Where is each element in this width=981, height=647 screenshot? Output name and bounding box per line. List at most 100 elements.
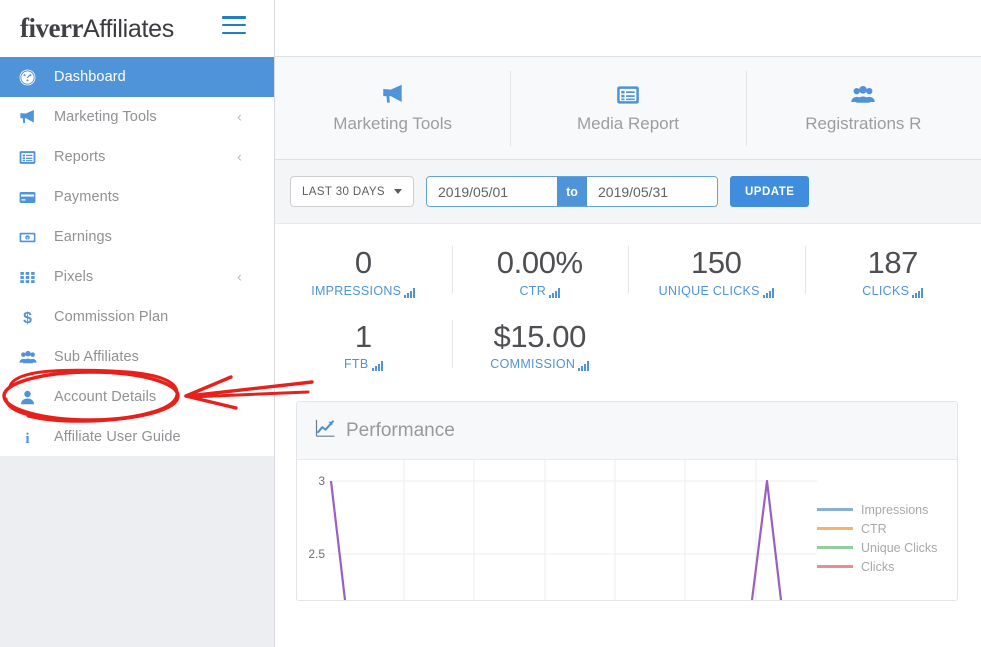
performance-header: Performance <box>297 402 957 461</box>
tab-label: Registrations R <box>805 113 922 133</box>
date-range-to-label: to <box>557 177 587 206</box>
chevron-left-icon[interactable]: ‹ <box>237 270 242 285</box>
chevron-down-icon <box>394 189 402 194</box>
brand-logo[interactable]: fiverrAffiliates <box>20 13 174 44</box>
kpi-clicks[interactable]: 187 CLICKS <box>804 238 981 312</box>
bar-chart-icon <box>912 287 924 298</box>
tab-media-report[interactable]: Media Report <box>510 57 745 159</box>
brand-name-fiverr: fiverr <box>20 13 83 43</box>
sidebar-item-affiliate-user-guide[interactable]: i Affiliate User Guide <box>0 417 274 457</box>
date-to-input[interactable] <box>587 177 717 206</box>
dollar-sign-icon: $ <box>18 308 44 327</box>
legend-label: CTR <box>861 521 887 536</box>
kpi-row-top: 0 IMPRESSIONS 0.00% CTR 150 UNIQUE CLICK… <box>275 238 981 312</box>
legend-item[interactable]: Impressions <box>817 500 937 519</box>
kpi-impressions[interactable]: 0 IMPRESSIONS <box>275 238 452 312</box>
kpi-row-bottom: 1 FTB $15.00 COMMISSION <box>275 312 981 386</box>
hamburger-line <box>222 16 246 19</box>
sidebar: fiverrAffiliates Dashboard Marketing Too… <box>0 0 275 647</box>
tab-registrations-report[interactable]: Registrations R <box>745 57 981 159</box>
tab-marketing-tools[interactable]: Marketing Tools <box>275 57 510 159</box>
kpi-ftb[interactable]: 1 FTB <box>275 312 452 386</box>
y-axis-tick-label: 2.5 <box>308 547 325 561</box>
kpi-value: 187 <box>867 245 919 280</box>
brand-bar: fiverrAffiliates <box>0 0 274 57</box>
chevron-left-icon[interactable]: ‹ <box>237 110 242 125</box>
kpi-label-group: IMPRESSIONS <box>311 283 416 298</box>
y-axis-tick-label: 3 <box>318 474 325 488</box>
sidebar-item-marketing-tools[interactable]: Marketing Tools ‹ <box>0 97 274 137</box>
bar-chart-icon <box>404 287 416 298</box>
kpi-label-group: CLICKS <box>862 283 924 298</box>
performance-chart-area[interactable]: 3 2.5 Impressions CTR Unique Clicks Clic… <box>297 460 957 601</box>
hamburger-line <box>222 23 246 27</box>
dashboard-gauge-icon <box>18 68 44 86</box>
kpi-label-group: COMMISSION <box>490 357 590 372</box>
kpi-value: 150 <box>690 245 742 280</box>
legend-swatch-impressions <box>817 508 853 511</box>
sidebar-item-dashboard[interactable]: Dashboard <box>0 57 274 97</box>
sidebar-item-label: Sub Affiliates <box>54 349 139 365</box>
chart-legend: Impressions CTR Unique Clicks Clicks <box>817 500 937 576</box>
legend-label: Impressions <box>861 502 929 517</box>
kpi-label-group: FTB <box>343 357 383 372</box>
legend-item[interactable]: CTR <box>817 519 937 538</box>
megaphone-icon <box>18 108 44 126</box>
kpi-value: $15.00 <box>493 318 587 354</box>
sidebar-item-label: Marketing Tools <box>54 109 157 125</box>
user-person-icon <box>18 388 44 406</box>
info-i-icon: i <box>18 428 44 447</box>
kpi-label: CTR <box>519 283 547 298</box>
kpi-label: CLICKS <box>862 283 910 298</box>
sidebar-item-earnings[interactable]: $ Earnings <box>0 217 274 257</box>
credit-card-icon <box>18 188 44 206</box>
kpi-label: IMPRESSIONS <box>311 283 402 298</box>
bar-chart-icon <box>578 361 590 372</box>
kpi-ctr[interactable]: 0.00% CTR <box>451 238 629 312</box>
sidebar-item-reports[interactable]: Reports ‹ <box>0 137 274 177</box>
chart-line-registrations <box>329 480 347 601</box>
legend-swatch-unique-clicks <box>817 546 853 549</box>
performance-panel: Performance 3 2.5 Impressions CTR Unique… <box>296 401 958 602</box>
kpi-value: 0 <box>354 245 372 280</box>
legend-item[interactable]: Unique Clicks <box>817 538 937 557</box>
top-header-bar <box>275 0 981 57</box>
hamburger-icon[interactable] <box>222 16 246 34</box>
sidebar-item-label: Reports <box>54 149 106 165</box>
app-root: fiverrAffiliates Dashboard Marketing Too… <box>0 0 981 647</box>
tab-label: Marketing Tools <box>333 113 453 133</box>
sidebar-item-commission-plan[interactable]: $ Commission Plan <box>0 297 274 337</box>
kpi-value: 1 <box>354 318 372 354</box>
legend-label: Unique Clicks <box>861 540 938 555</box>
people-group-icon <box>18 348 44 366</box>
kpi-commission[interactable]: $15.00 COMMISSION <box>451 312 629 386</box>
legend-item[interactable]: Clicks <box>817 557 937 576</box>
date-range-preset-select[interactable]: LAST 30 DAYS <box>290 176 414 207</box>
kpi-value: 0.00% <box>496 245 583 280</box>
performance-title: Performance <box>346 419 455 441</box>
date-from-input[interactable] <box>427 177 557 206</box>
chevron-left-icon[interactable]: ‹ <box>237 150 242 165</box>
megaphone-icon <box>380 83 406 107</box>
date-range-group: to <box>426 176 718 207</box>
legend-swatch-ctr <box>817 527 853 530</box>
brand-name-affiliates: Affiliates <box>82 15 174 43</box>
sidebar-item-account-details[interactable]: Account Details <box>0 377 274 417</box>
sidebar-item-payments[interactable]: Payments <box>0 177 274 217</box>
people-group-icon <box>849 83 877 107</box>
sidebar-item-sub-affiliates[interactable]: Sub Affiliates <box>0 337 274 377</box>
kpi-unique-clicks[interactable]: 150 UNIQUE CLICKS <box>628 238 805 312</box>
sidebar-item-label: Earnings <box>54 229 113 245</box>
kpi-label-group: CTR <box>519 283 561 298</box>
list-report-icon <box>18 148 44 166</box>
update-button[interactable]: UPDATE <box>730 176 810 207</box>
kpi-stats: 0 IMPRESSIONS 0.00% CTR 150 UNIQUE CLICK… <box>275 224 981 392</box>
sidebar-item-label: Dashboard <box>54 69 126 85</box>
list-report-icon <box>615 83 641 107</box>
kpi-label: FTB <box>343 357 369 372</box>
hamburger-line <box>222 31 246 34</box>
performance-section: Performance 3 2.5 Impressions CTR Unique… <box>275 391 981 602</box>
bar-chart-icon <box>549 287 561 298</box>
sidebar-footer-area <box>0 456 274 647</box>
sidebar-item-pixels[interactable]: Pixels ‹ <box>0 257 274 297</box>
